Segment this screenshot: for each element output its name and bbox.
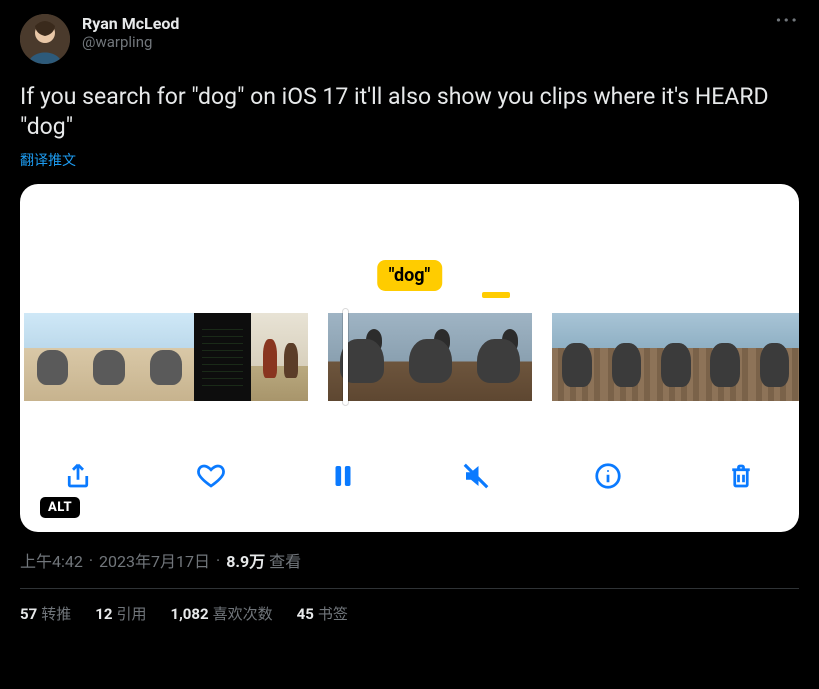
likes-stat[interactable]: 1,082喜欢次数 [170, 603, 272, 624]
share-button[interactable] [60, 458, 96, 494]
retweets-stat[interactable]: 57转推 [20, 603, 71, 624]
user-block: Ryan McLeod @warpling [82, 14, 179, 51]
video-frame [24, 313, 81, 401]
tweet-meta: 上午4:42 · 2023年7月17日 · 8.9万 查看 [20, 548, 799, 572]
playhead[interactable] [343, 309, 348, 405]
clip-group[interactable] [552, 313, 799, 401]
tweet-stats: 57转推 12引用 1,082喜欢次数 45书签 [20, 603, 799, 624]
mute-icon [461, 461, 491, 491]
video-frame [194, 313, 251, 401]
meta-sep: · [89, 551, 93, 570]
tweet: Ryan McLeod @warpling ··· If you search … [0, 0, 819, 624]
alt-badge[interactable]: ALT [40, 497, 80, 518]
video-frame [396, 313, 464, 401]
like-button[interactable] [193, 458, 229, 494]
video-frame [602, 313, 651, 401]
tweet-date[interactable]: 2023年7月17日 [99, 548, 210, 572]
quotes-stat[interactable]: 12引用 [95, 603, 146, 624]
pause-button[interactable] [325, 458, 361, 494]
video-timeline[interactable] [20, 308, 799, 406]
tweet-header: Ryan McLeod @warpling ··· [20, 14, 799, 64]
views-count[interactable]: 8.9万 [226, 552, 265, 571]
tweet-text: If you search for "dog" on iOS 17 it'll … [20, 82, 799, 142]
mute-button[interactable] [458, 458, 494, 494]
media-toolbar [20, 446, 799, 506]
trash-icon [726, 461, 756, 491]
video-frame [464, 313, 532, 401]
delete-button[interactable] [723, 458, 759, 494]
video-frame [138, 313, 195, 401]
video-frame [552, 313, 601, 401]
tweet-time[interactable]: 上午4:42 [20, 548, 83, 572]
search-tag-marker [482, 292, 510, 298]
divider [20, 588, 799, 589]
heart-icon [196, 461, 226, 491]
translate-link[interactable]: 翻译推文 [20, 150, 799, 170]
views-label: 查看 [269, 552, 301, 571]
avatar[interactable] [20, 14, 70, 64]
more-button[interactable]: ··· [776, 14, 799, 26]
info-button[interactable] [590, 458, 626, 494]
video-frame [251, 313, 308, 401]
video-frame [328, 313, 396, 401]
video-frame [750, 313, 799, 401]
meta-sep: · [216, 551, 220, 570]
media-card[interactable]: "dog" [20, 184, 799, 532]
video-frame [651, 313, 700, 401]
search-tag: "dog" [377, 260, 443, 291]
video-frame [700, 313, 749, 401]
info-icon [593, 461, 623, 491]
author-handle[interactable]: @warpling [82, 33, 179, 51]
clip-group[interactable] [328, 313, 532, 401]
author-name[interactable]: Ryan McLeod [82, 14, 179, 33]
bookmarks-stat[interactable]: 45书签 [297, 603, 348, 624]
pause-icon [328, 461, 358, 491]
video-frame [81, 313, 138, 401]
share-icon [63, 461, 93, 491]
clip-group[interactable] [24, 313, 308, 401]
